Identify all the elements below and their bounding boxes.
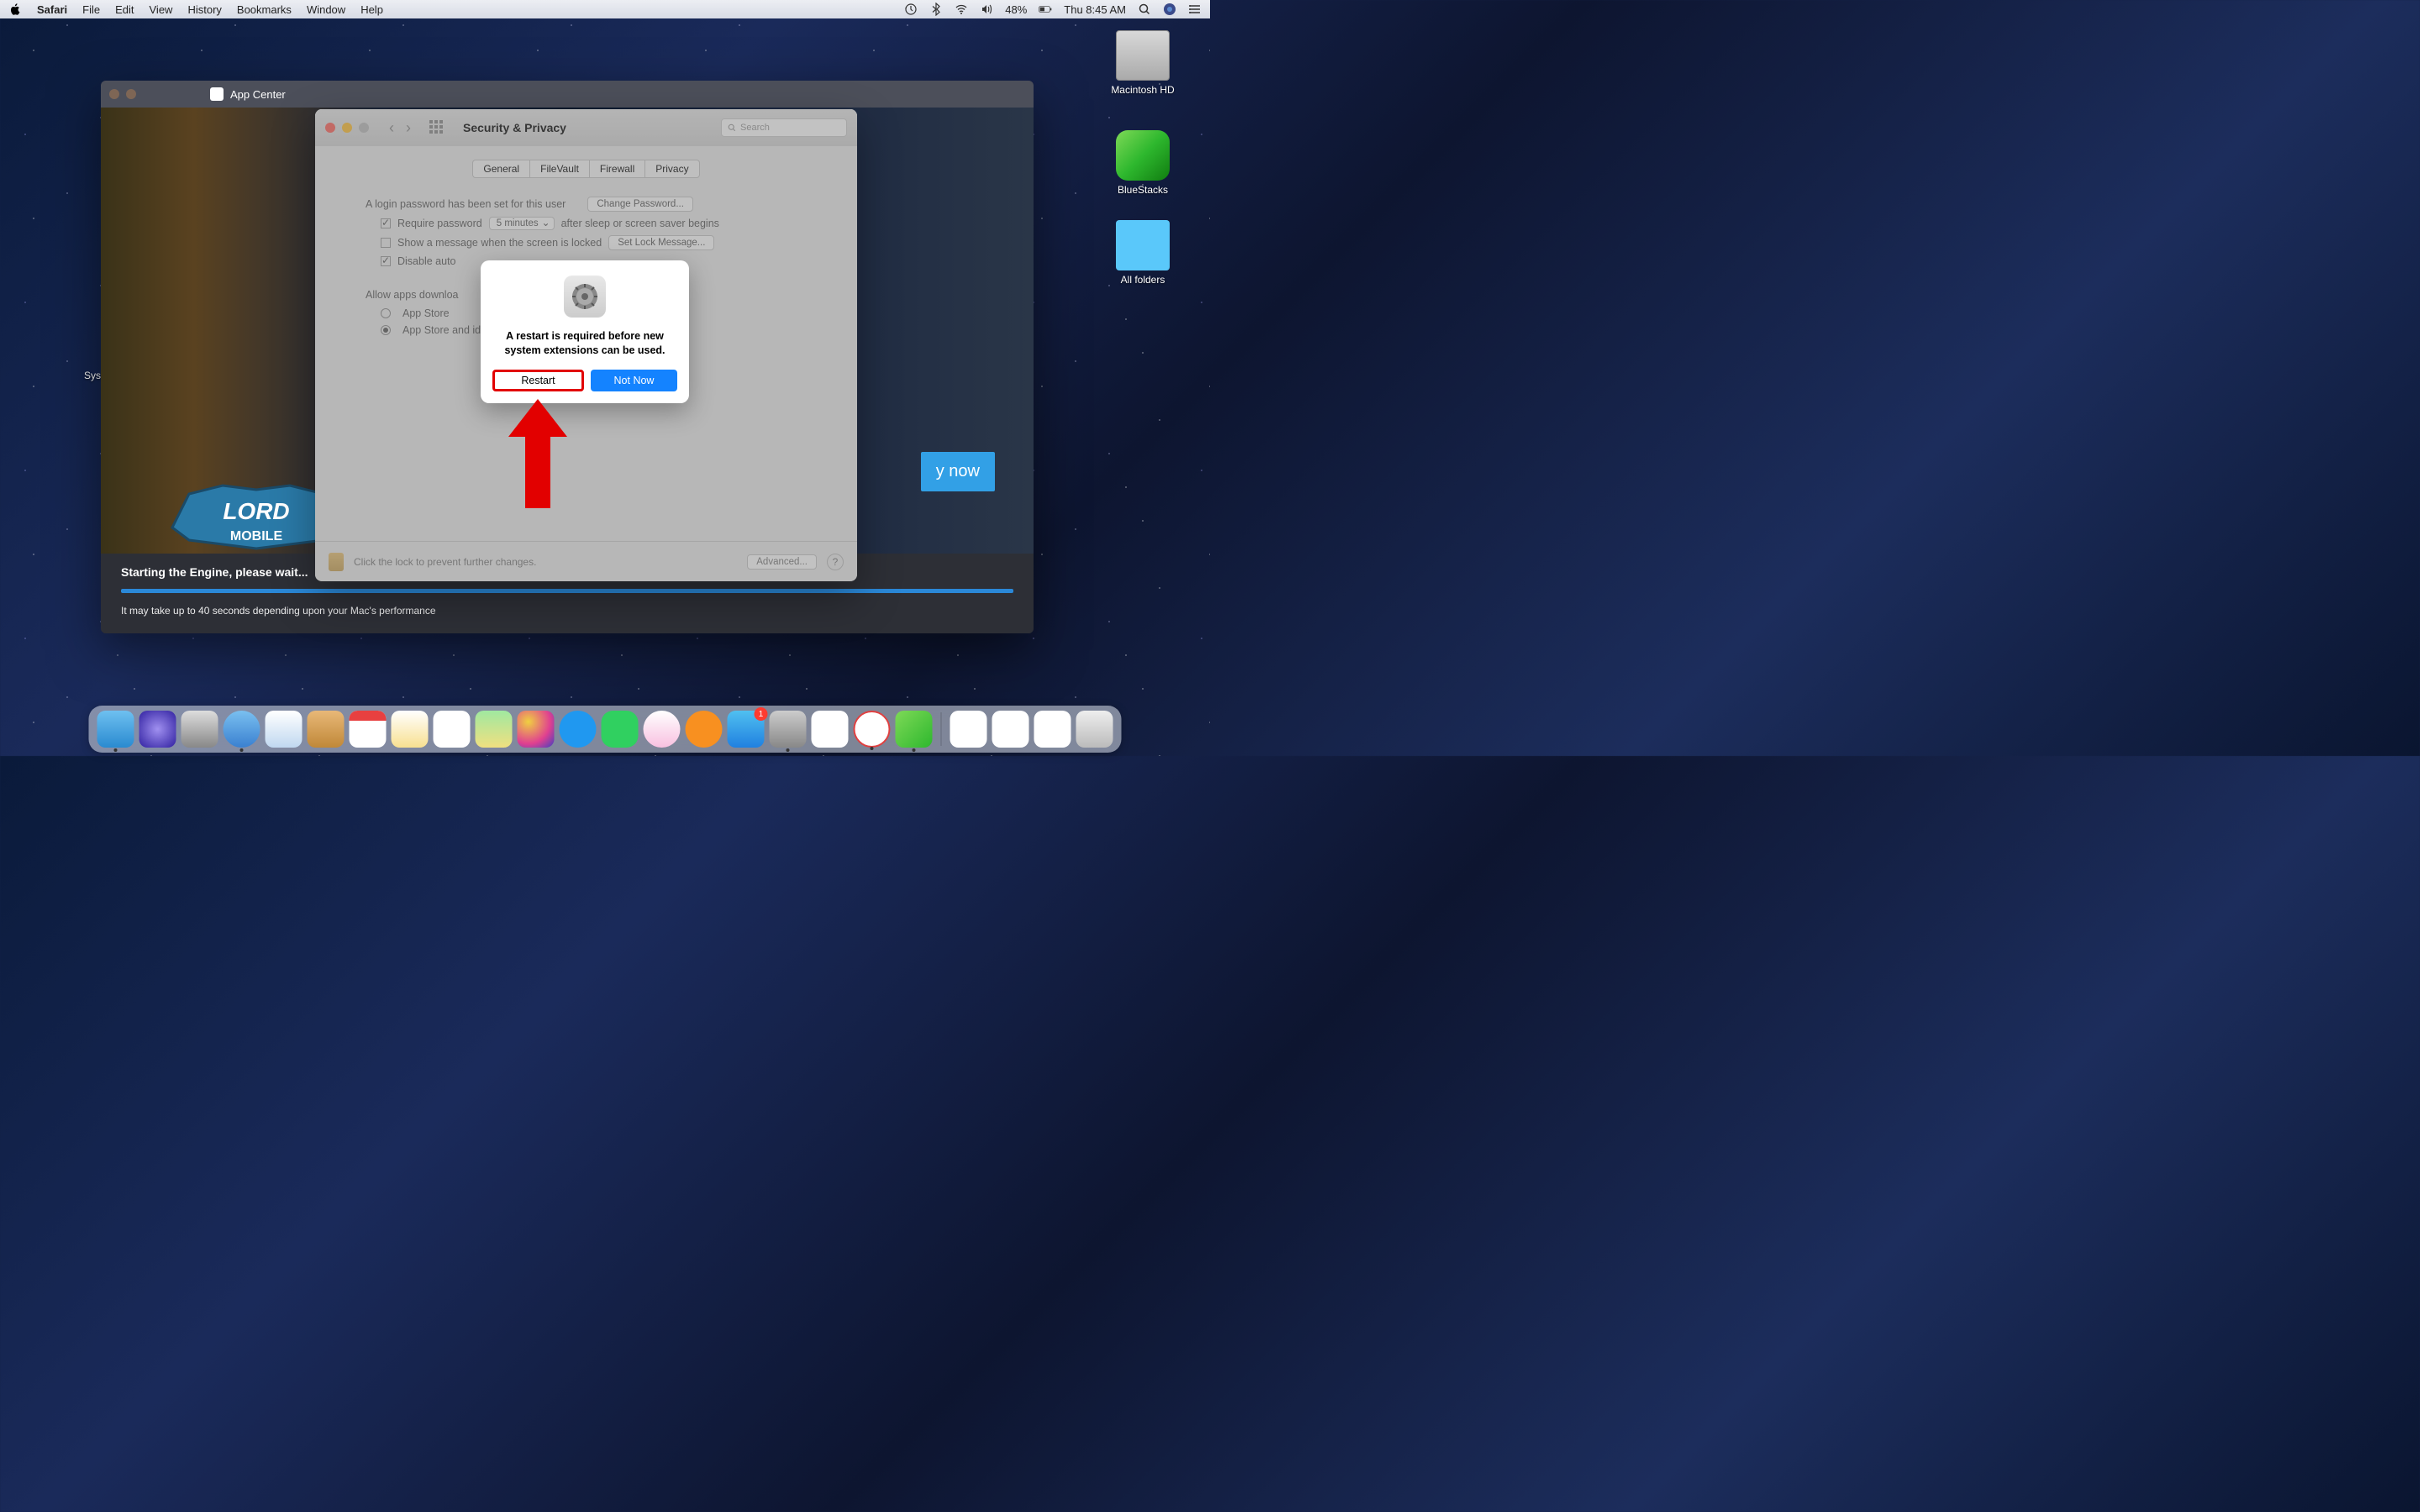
dock-contacts[interactable] bbox=[308, 711, 345, 748]
spotlight-icon[interactable] bbox=[1138, 3, 1151, 16]
menubar-clock[interactable]: Thu 8:45 AM bbox=[1064, 3, 1126, 16]
dock-appstore[interactable]: 1 bbox=[728, 711, 765, 748]
dock-messages[interactable] bbox=[560, 711, 597, 748]
apple-menu-icon[interactable] bbox=[8, 3, 22, 16]
dock-screenshot-1[interactable] bbox=[992, 711, 1029, 748]
folder-icon bbox=[1116, 220, 1170, 270]
desktop-icon-macintosh-hd[interactable]: Macintosh HD bbox=[1109, 30, 1176, 96]
dock-finder[interactable] bbox=[97, 711, 134, 748]
desktop-icon-bluestacks[interactable]: BlueStacks bbox=[1109, 130, 1176, 196]
dock-xcode[interactable] bbox=[812, 711, 849, 748]
play-now-button[interactable]: y now bbox=[921, 452, 995, 491]
appcenter-icon bbox=[210, 87, 224, 101]
hard-disk-icon bbox=[1116, 30, 1170, 81]
timemachine-icon[interactable] bbox=[904, 3, 918, 16]
menubar-app-name[interactable]: Safari bbox=[37, 3, 67, 16]
dock-ibooks[interactable] bbox=[686, 711, 723, 748]
appcenter-titlebar[interactable]: App Center bbox=[101, 81, 1034, 108]
engine-hint: It may take up to 40 seconds depending u… bbox=[121, 605, 1013, 617]
dock-safari[interactable] bbox=[224, 711, 260, 748]
menubar-item-window[interactable]: Window bbox=[307, 3, 345, 16]
desktop-icon-all-folders[interactable]: All folders bbox=[1109, 220, 1176, 286]
svg-text:MOBILE: MOBILE bbox=[230, 529, 283, 543]
desktop-icon-label: Macintosh HD bbox=[1109, 84, 1176, 96]
dock-maps[interactable] bbox=[476, 711, 513, 748]
menubar-item-help[interactable]: Help bbox=[360, 3, 383, 16]
desktop-icon-label: BlueStacks bbox=[1109, 184, 1176, 196]
appcenter-title: App Center bbox=[230, 88, 286, 101]
appstore-badge: 1 bbox=[755, 707, 768, 721]
dock-itunes[interactable] bbox=[644, 711, 681, 748]
menubar: Safari File Edit View History Bookmarks … bbox=[0, 0, 1210, 18]
dock-facetime[interactable] bbox=[602, 711, 639, 748]
siri-icon[interactable] bbox=[1163, 3, 1176, 16]
battery-icon[interactable] bbox=[1039, 3, 1052, 16]
annotation-arrow bbox=[508, 399, 567, 512]
dialog-message: A restart is required before new system … bbox=[492, 329, 677, 358]
dock-siri[interactable] bbox=[139, 711, 176, 748]
dock-photos[interactable] bbox=[518, 711, 555, 748]
dock-separator bbox=[941, 712, 942, 746]
notification-center-icon[interactable] bbox=[1188, 3, 1202, 16]
dock-trash[interactable] bbox=[1076, 711, 1113, 748]
window-minimize-button[interactable] bbox=[126, 89, 136, 99]
battery-percent[interactable]: 48% bbox=[1005, 3, 1027, 16]
dock-chrome[interactable] bbox=[854, 711, 891, 748]
svg-text:LORD: LORD bbox=[223, 498, 289, 524]
menubar-item-history[interactable]: History bbox=[187, 3, 221, 16]
dock: 1 bbox=[89, 706, 1122, 753]
restart-button[interactable]: Restart bbox=[492, 370, 584, 391]
dock-reminders[interactable] bbox=[434, 711, 471, 748]
dock-bluestacks[interactable] bbox=[896, 711, 933, 748]
menubar-item-file[interactable]: File bbox=[82, 3, 100, 16]
bluetooth-icon[interactable] bbox=[929, 3, 943, 16]
volume-icon[interactable] bbox=[980, 3, 993, 16]
dock-launchpad[interactable] bbox=[182, 711, 218, 748]
dock-calendar[interactable] bbox=[350, 711, 387, 748]
desktop-icon-label-cut: Sys bbox=[84, 370, 101, 381]
menubar-item-edit[interactable]: Edit bbox=[115, 3, 134, 16]
window-close-button[interactable] bbox=[109, 89, 119, 99]
not-now-button[interactable]: Not Now bbox=[591, 370, 677, 391]
dock-screenshot-2[interactable] bbox=[1034, 711, 1071, 748]
restart-required-dialog: A restart is required before new system … bbox=[481, 260, 689, 403]
dock-notes[interactable] bbox=[392, 711, 429, 748]
progress-bar bbox=[121, 589, 1013, 593]
dock-safari-doc[interactable] bbox=[950, 711, 987, 748]
desktop-icon-label: All folders bbox=[1109, 274, 1176, 286]
system-preferences-icon bbox=[564, 276, 606, 318]
dock-mail[interactable] bbox=[266, 711, 302, 748]
dock-system-preferences[interactable] bbox=[770, 711, 807, 748]
wifi-icon[interactable] bbox=[955, 3, 968, 16]
menubar-item-view[interactable]: View bbox=[150, 3, 173, 16]
bluestacks-icon bbox=[1116, 130, 1170, 181]
menubar-item-bookmarks[interactable]: Bookmarks bbox=[237, 3, 292, 16]
